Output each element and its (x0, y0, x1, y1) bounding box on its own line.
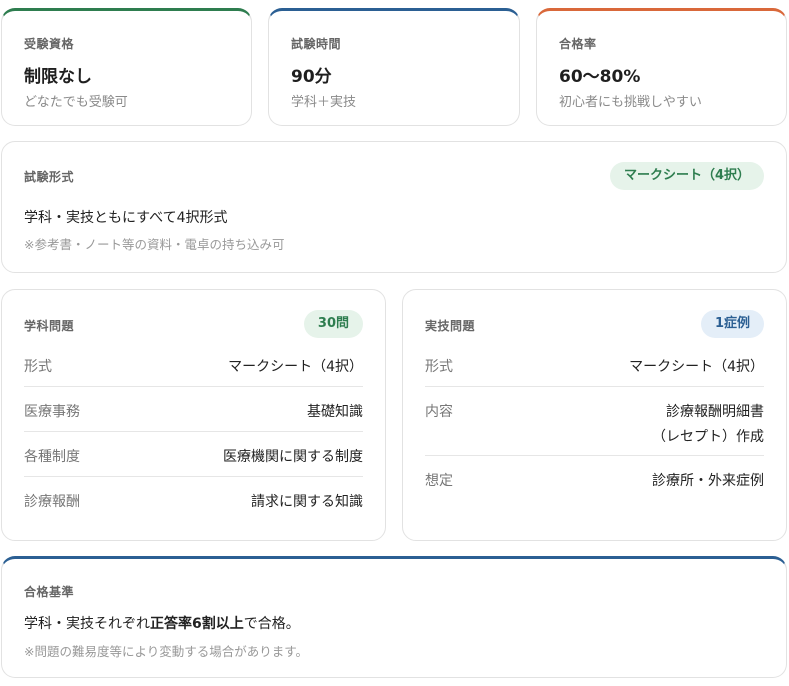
written-row-key: 形式 (24, 359, 52, 375)
card-practical-exam: 実技問題 1症例 形式 マークシート（4択） 内容 診療報酬明細書 （レセプト）… (402, 289, 787, 541)
written-row: 形式 マークシート（4択） (24, 344, 363, 387)
pass-criteria-text-bold: 正答率6割以上 (150, 616, 244, 632)
pass-criteria-label: 合格基準 (24, 585, 75, 599)
exam-format-note: ※参考書・ノート等の資料・電卓の持ち込み可 (24, 237, 285, 252)
practical-row-value: マークシート（4択） (629, 359, 764, 375)
exam-time-label: 試験時間 (291, 37, 342, 51)
written-row: 医療事務 基礎知識 (24, 387, 363, 432)
card-written-exam: 学科問題 30問 形式 マークシート（4択） 医療事務 基礎知識 各種制度 医療… (1, 289, 386, 541)
practical-row: 内容 診療報酬明細書 （レセプト）作成 (425, 387, 764, 456)
pass-criteria-text-post: で合格。 (243, 616, 300, 632)
card-exam-format: 試験形式 マークシート（4択） 学科・実技ともにすべて4択形式 ※参考書・ノート… (1, 141, 787, 273)
practical-row: 形式 マークシート（4択） (425, 344, 764, 387)
written-badge: 30問 (303, 310, 363, 338)
pass-rate-value: 60〜80% (559, 67, 641, 87)
written-row-value: マークシート（4択） (228, 359, 363, 375)
practical-label: 実技問題 (425, 319, 476, 333)
practical-row-key: 内容 (425, 404, 453, 420)
eligibility-label: 受験資格 (24, 37, 75, 51)
written-row-value: 医療機関に関する制度 (223, 449, 363, 465)
exam-format-label: 試験形式 (24, 170, 75, 184)
written-row: 診療報酬 請求に関する知識 (24, 477, 363, 522)
pass-criteria-note: ※問題の難易度等により変動する場合があります。 (24, 644, 308, 659)
practical-row-value-line2: （レセプト）作成 (652, 429, 764, 445)
pass-criteria-text-pre: 学科・実技それぞれ (24, 616, 150, 632)
exam-format-badge: マークシート（4択） (609, 162, 764, 190)
card-exam-time: 試験時間 90分 学科＋実技 (268, 8, 520, 126)
pass-rate-sub: 初心者にも挑戦しやすい (559, 95, 702, 110)
practical-row: 想定 診療所・外来症例 (425, 456, 764, 501)
practical-badge: 1症例 (700, 310, 764, 338)
written-row-key: 診療報酬 (24, 494, 80, 510)
exam-time-sub: 学科＋実技 (291, 95, 357, 110)
card-pass-rate: 合格率 60〜80% 初心者にも挑戦しやすい (536, 8, 787, 126)
eligibility-value: 制限なし (24, 67, 92, 87)
exam-time-value: 90分 (291, 67, 332, 87)
written-label: 学科問題 (24, 319, 75, 333)
exam-format-text: 学科・実技ともにすべて4択形式 (24, 210, 228, 226)
pass-rate-label: 合格率 (559, 37, 597, 51)
card-eligibility: 受験資格 制限なし どなたでも受験可 (1, 8, 252, 126)
written-row-key: 各種制度 (24, 449, 80, 465)
written-row-value: 基礎知識 (307, 404, 363, 420)
practical-row-value-line1: 診療報酬明細書 (666, 404, 764, 420)
eligibility-sub: どなたでも受験可 (24, 95, 128, 110)
written-row-key: 医療事務 (24, 404, 80, 420)
written-row: 各種制度 医療機関に関する制度 (24, 432, 363, 477)
card-pass-criteria: 合格基準 学科・実技それぞれ正答率6割以上で合格。 ※問題の難易度等により変動す… (1, 556, 787, 678)
practical-row-key: 形式 (425, 359, 453, 375)
practical-row-value: 診療所・外来症例 (652, 473, 764, 489)
practical-row-key: 想定 (425, 473, 453, 489)
pass-criteria-text: 学科・実技それぞれ正答率6割以上で合格。 (24, 613, 300, 633)
written-row-value: 請求に関する知識 (251, 494, 363, 510)
